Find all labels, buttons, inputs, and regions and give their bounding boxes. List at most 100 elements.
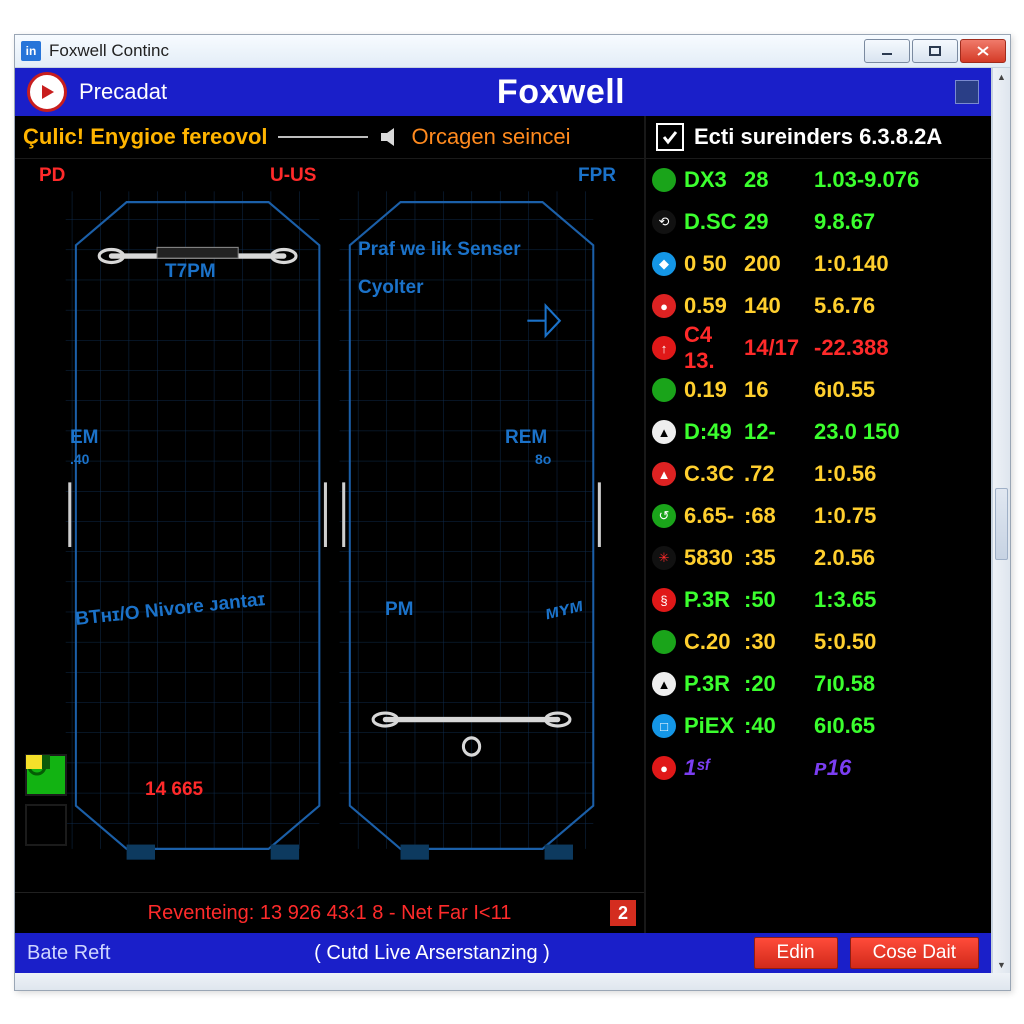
row-c1: C.3C xyxy=(684,461,744,487)
status-bar: Reventeing: 13 926 43‹1 8 - Net Far I<11… xyxy=(15,892,644,933)
data-row[interactable]: ✳5830:352.0.56 xyxy=(646,537,991,579)
row-c3: 9.8.67 xyxy=(814,209,985,235)
label-fpr: FPR xyxy=(578,165,616,187)
divider-line xyxy=(278,134,368,140)
row-c2: 29 xyxy=(744,209,814,235)
brand-bar: Precadat Foxwell xyxy=(15,68,991,116)
label-bottom-num: 14 665 xyxy=(145,779,203,801)
data-row[interactable]: 0.19166ı0.55 xyxy=(646,369,991,411)
label-praf: Praf we lik Senser xyxy=(358,239,521,261)
data-row[interactable]: ▲D:4912-23.0 150 xyxy=(646,411,991,453)
row-c3: ᴘ16 xyxy=(814,755,985,781)
status-text: Reventeing: 13 926 43‹1 8 - Net Far I<11 xyxy=(148,902,512,925)
row-c3: 6ı0.55 xyxy=(814,377,985,403)
row-icon xyxy=(652,168,676,192)
row-c2: 200 xyxy=(744,251,814,277)
row-c1: 0.19 xyxy=(684,377,744,403)
row-c3: 1:0.140 xyxy=(814,251,985,277)
sidebar-list[interactable]: DX3281.03-9.076 ⟲ D.SC299.8.67 ◆0 502001:0.… xyxy=(646,159,991,933)
row-icon xyxy=(652,378,676,402)
label-t7pm: T7PM xyxy=(165,261,216,283)
row-c2: :35 xyxy=(744,545,814,571)
row-c1: PiEX xyxy=(684,713,744,739)
scroll-down-icon[interactable]: ▼ xyxy=(993,956,1010,973)
warning-left-text: Çulic! Enygioe fereovol xyxy=(23,124,268,150)
row-c2: :20 xyxy=(744,671,814,697)
row-c2: 28 xyxy=(744,167,814,193)
app-window: in Foxwell Continc xyxy=(14,34,1011,991)
row-c1: DX3 xyxy=(684,167,744,193)
row-c2: :50 xyxy=(744,587,814,613)
row-c3: 7ı0.58 xyxy=(814,671,985,697)
speaker-icon xyxy=(378,125,402,149)
minimize-button[interactable] xyxy=(864,39,910,63)
label-pm: PM xyxy=(385,599,414,621)
status-badge: 2 xyxy=(610,900,636,926)
row-c3: 1:0.75 xyxy=(814,503,985,529)
diagram-pane: Çulic! Enygioe fereovol Orcagen seincei xyxy=(15,116,646,933)
row-c1: 1ˢᶠ xyxy=(684,755,744,781)
battery-icon[interactable] xyxy=(25,804,67,846)
row-c1: 6.65- xyxy=(684,503,744,529)
horizontal-scrollbar[interactable] xyxy=(15,973,1010,990)
data-row[interactable]: ▲C.3C.721:0.56 xyxy=(646,453,991,495)
play-button[interactable] xyxy=(27,72,67,112)
data-row[interactable]: ●1ˢᶠᴘ16 xyxy=(646,747,991,789)
footer-center-text: ( Cutd Live Arserstanzing ) xyxy=(122,942,741,965)
row-c1: C.20 xyxy=(684,629,744,655)
row-icon: □ xyxy=(652,714,676,738)
row-c1: D.SC xyxy=(684,209,744,235)
row-c2: :40 xyxy=(744,713,814,739)
data-row[interactable]: DX3281.03-9.076 xyxy=(646,159,991,201)
maximize-button[interactable] xyxy=(912,39,958,63)
row-c2: 12- xyxy=(744,419,814,445)
close-button[interactable] xyxy=(960,39,1006,63)
row-c2: 16 xyxy=(744,377,814,403)
data-row[interactable]: §P.3R:501:3.65 xyxy=(646,579,991,621)
flag-icon xyxy=(955,80,979,104)
data-row[interactable]: ↺6.65-:681:0.75 xyxy=(646,495,991,537)
data-row[interactable]: ● 0.591405.6.76 xyxy=(646,285,991,327)
row-c1: 0.59 xyxy=(684,293,744,319)
label-rem: REM xyxy=(505,427,547,449)
vertical-scrollbar[interactable]: ▲ ▼ xyxy=(992,68,1010,973)
data-sidebar: Ecti sureinders 6.3.8.2A DX3281.03-9.076… xyxy=(646,116,991,933)
row-c3: 2.0.56 xyxy=(814,545,985,571)
footer-left-text: Bate Reft xyxy=(27,942,110,965)
window-title: Foxwell Continc xyxy=(49,41,169,61)
sidebar-header[interactable]: Ecti sureinders 6.3.8.2A xyxy=(646,116,991,159)
breadcrumb: Precadat xyxy=(79,79,167,105)
row-c3: 5.6.76 xyxy=(814,293,985,319)
row-c1: 0 50 xyxy=(684,251,744,277)
row-icon: ✳ xyxy=(652,546,676,570)
titlebar: in Foxwell Continc xyxy=(15,35,1010,68)
row-c1: C4 13. xyxy=(684,322,744,374)
row-c2: :30 xyxy=(744,629,814,655)
close-data-button[interactable]: Cose Dait xyxy=(850,937,979,969)
data-row[interactable]: ⟲ D.SC299.8.67 xyxy=(646,201,991,243)
footer-bar: Bate Reft ( Cutd Live Arserstanzing ) Ed… xyxy=(15,933,991,973)
edit-button[interactable]: Edin xyxy=(754,937,838,969)
work-area: Çulic! Enygioe fereovol Orcagen seincei xyxy=(15,116,991,933)
row-icon: ⟲ xyxy=(652,210,676,234)
row-c2: :68 xyxy=(744,503,814,529)
label-uus: U-US xyxy=(270,165,316,187)
data-row[interactable]: ◆0 502001:0.140 xyxy=(646,243,991,285)
label-em: EM xyxy=(70,427,99,449)
row-c3: 1:3.65 xyxy=(814,587,985,613)
data-row[interactable]: □PiEX:406ı0.65 xyxy=(646,705,991,747)
row-c3: 5:0.50 xyxy=(814,629,985,655)
row-c3: 1.03-9.076 xyxy=(814,167,985,193)
app-icon: in xyxy=(21,41,41,61)
scroll-up-icon[interactable]: ▲ xyxy=(993,68,1010,85)
row-icon: ● xyxy=(652,294,676,318)
data-row[interactable]: C.20:305:0.50 xyxy=(646,621,991,663)
diagram-canvas[interactable]: PD U-US FPR T7PM Praf we lik Senser Cyol… xyxy=(15,159,644,892)
data-row[interactable]: ↑C4 13.14/17-22.388 xyxy=(646,327,991,369)
side-icon-stack xyxy=(25,754,67,846)
scroll-thumb[interactable] xyxy=(995,488,1008,560)
row-c2: 140 xyxy=(744,293,814,319)
row-c3: 1:0.56 xyxy=(814,461,985,487)
data-row[interactable]: ▲P.3R:207ı0.58 xyxy=(646,663,991,705)
brand-logo: Foxwell xyxy=(167,73,955,112)
